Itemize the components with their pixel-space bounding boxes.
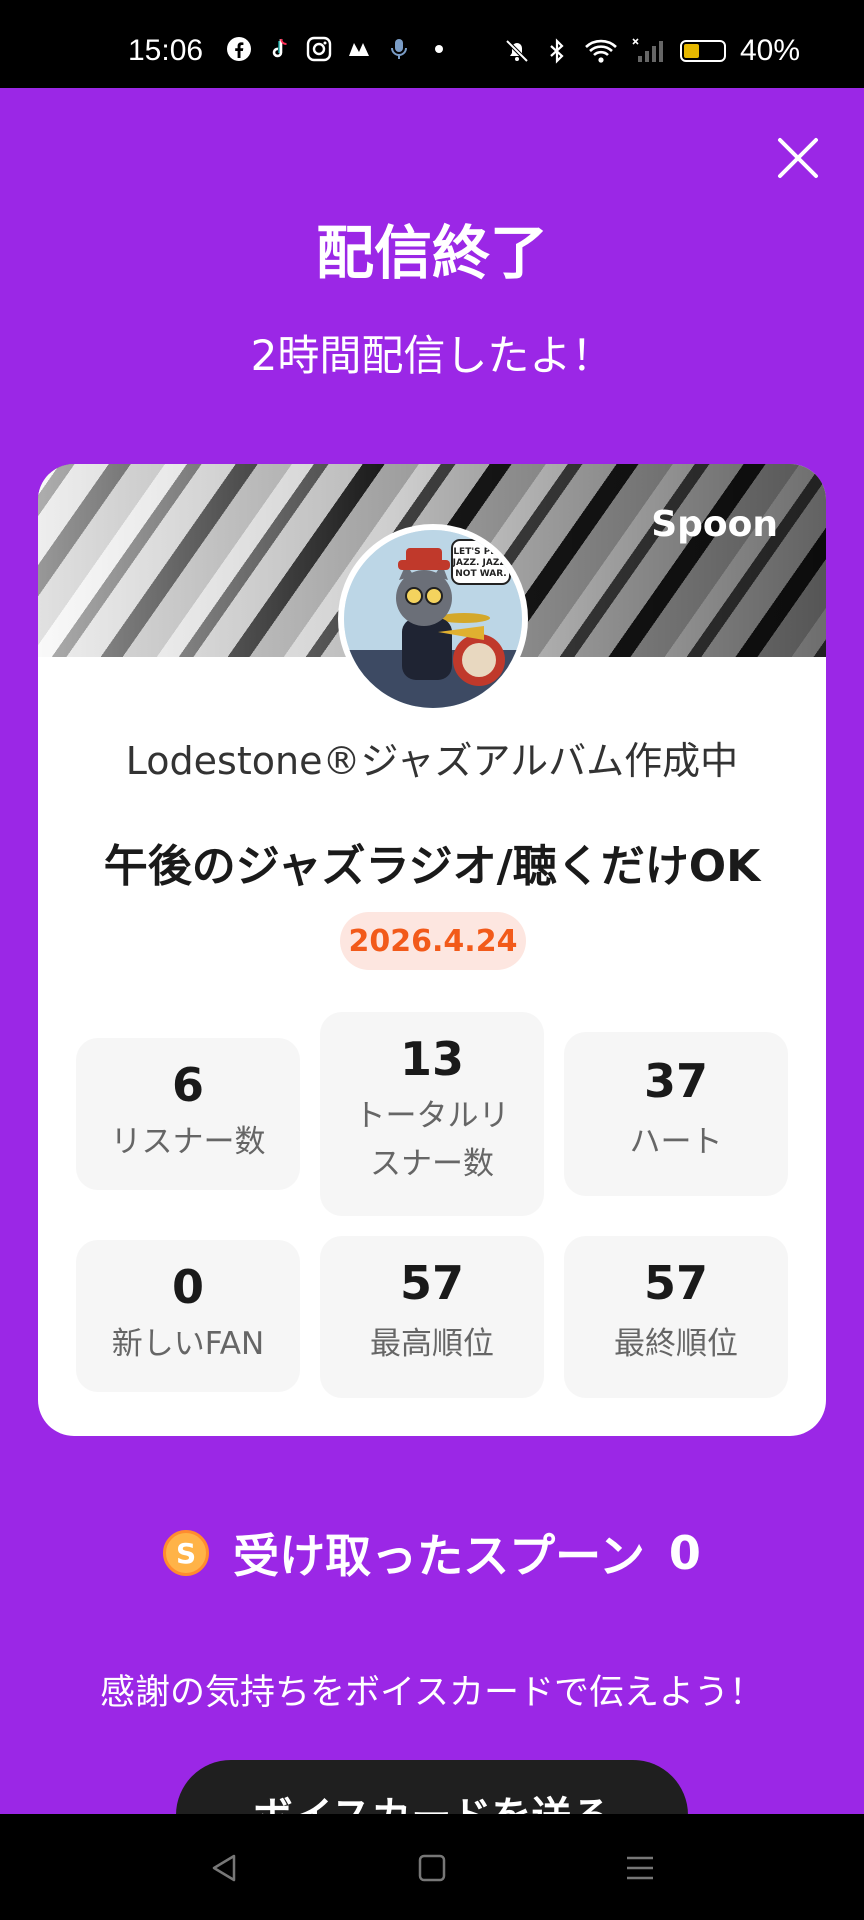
- battery-fill: [683, 44, 700, 58]
- stat-label: 最終順位: [614, 1326, 738, 1362]
- stream-title: 午後のジャズラジオ/聴くだけOK: [103, 841, 761, 892]
- home-icon[interactable]: [412, 1848, 452, 1888]
- status-time: 15:06: [128, 34, 204, 67]
- svg-text:NOT WAR.: NOT WAR.: [455, 569, 506, 579]
- stat-tile-total-listeners: 13 トータルリスナー数: [320, 1012, 544, 1216]
- page-title: 配信終了: [315, 219, 548, 287]
- instagram-icon: [306, 36, 332, 62]
- host-name: Lodestone®ジャズアルバム作成中: [125, 739, 739, 783]
- navigation-bar: [0, 1814, 864, 1920]
- system-icons: 40%: [504, 34, 800, 68]
- stat-value: 0: [171, 1260, 204, 1314]
- stat-tile-final-rank: 57 最終順位: [564, 1236, 788, 1398]
- bluetooth-icon: [550, 38, 564, 64]
- stat-tile-highest-rank: 57 最高順位: [320, 1236, 544, 1398]
- page-subtitle: 2時間配信したよ！: [250, 331, 614, 380]
- spoon-coin-icon: S: [163, 1530, 210, 1576]
- stat-label: 新しいFAN: [111, 1326, 265, 1362]
- stat-tile-listeners: 6 リスナー数: [76, 1038, 300, 1190]
- dot-icon: [435, 45, 443, 53]
- spoons-received: S 受け取ったスプーン 0: [0, 1520, 864, 1586]
- spoons-count: 0: [668, 1526, 701, 1580]
- menu-icon[interactable]: [620, 1848, 660, 1888]
- avatar[interactable]: LET'S PLAY JAZZ. JAZZ. NOT WAR.: [338, 524, 528, 714]
- mute-icon: [505, 39, 529, 63]
- stat-label: ハート: [629, 1124, 723, 1160]
- back-icon[interactable]: [204, 1848, 244, 1888]
- stat-label: トータルリスナー数: [354, 1098, 510, 1182]
- broadcast-result-card: Spoon LET'S PLAY JAZZ. JAZZ. NOT WAR. Lo…: [38, 464, 826, 1436]
- battery-icon: [679, 40, 726, 62]
- stat-tile-new-fans: 0 新しいFAN: [76, 1240, 300, 1392]
- stat-label: 最高順位: [370, 1326, 494, 1362]
- signal-icon: [632, 38, 663, 62]
- wifi-icon: [585, 39, 617, 63]
- date-badge: 2026.4.24: [340, 912, 526, 970]
- close-icon[interactable]: [772, 132, 824, 184]
- stat-value: 13: [399, 1032, 464, 1086]
- spoon-logo: Spoon: [651, 504, 778, 545]
- notification-icons: [226, 36, 452, 62]
- svg-text:JAZZ. JAZZ.: JAZZ. JAZZ.: [452, 558, 510, 568]
- stat-value: 57: [399, 1256, 464, 1310]
- stat-value: 6: [171, 1058, 204, 1112]
- thanks-message: 感謝の気持ちをボイスカードで伝えよう！: [100, 1673, 764, 1713]
- stat-value: 37: [643, 1054, 708, 1108]
- app-icon: [349, 43, 369, 56]
- stat-value: 57: [643, 1256, 708, 1310]
- mic-icon: [391, 39, 407, 59]
- facebook-icon: [227, 37, 251, 61]
- stat-tile-hearts: 37 ハート: [564, 1032, 788, 1196]
- avatar-illustration: LET'S PLAY JAZZ. JAZZ. NOT WAR.: [344, 530, 522, 708]
- stat-label: リスナー数: [110, 1124, 266, 1160]
- spoons-label: 受け取ったスプーン: [233, 1529, 645, 1583]
- battery-percent: 40%: [739, 34, 800, 67]
- status-bar: 15:06 40%: [0, 0, 864, 88]
- tiktok-icon: [272, 38, 287, 58]
